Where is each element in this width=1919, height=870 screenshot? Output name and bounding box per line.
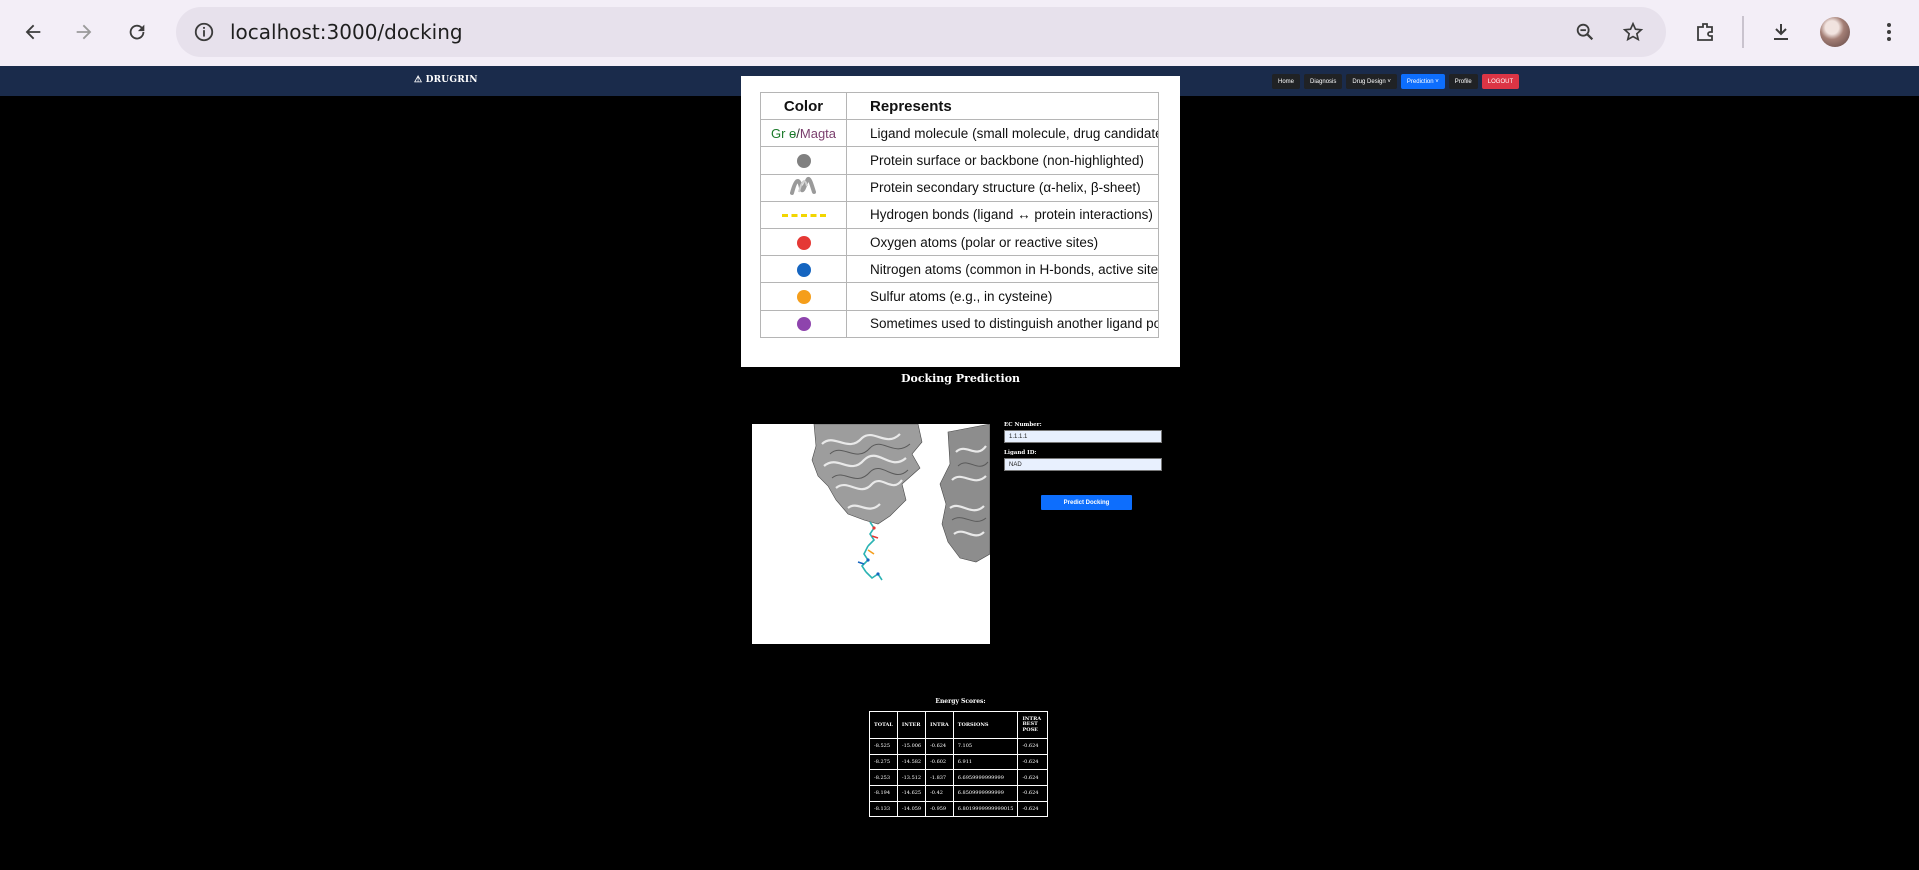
ec-number-label: EC Number: [1004, 422, 1042, 428]
cell-intra-best-pose: -0.624 [1017, 785, 1049, 802]
docking-form: EC Number: 1.1.1.1 Ligand ID: NAD Predic… [1004, 422, 1164, 510]
color-legend-panel: Color Represents Gr ɵ/Magta Ligand molec… [741, 76, 1180, 367]
cell-intra-best-pose: -0.624 [1017, 738, 1049, 755]
more-menu-icon[interactable] [1872, 15, 1906, 49]
ec-number-input[interactable]: 1.1.1.1 [1004, 430, 1162, 443]
download-icon[interactable] [1764, 15, 1798, 49]
gray-dot-icon [796, 154, 811, 169]
legend-row: Oxygen atoms (polar or reactive sites) [760, 227, 1159, 257]
nav-drug-design-dropdown[interactable]: Drug Design ˅ [1346, 74, 1397, 89]
color-legend-table: Color Represents Gr ɵ/Magta Ligand molec… [760, 91, 1159, 338]
cell-intra: -0.42 [925, 785, 954, 802]
table-row: -8.275 -14.582 -0.602 6.911 -0.624 [869, 753, 1049, 771]
cell-intra-best-pose: -0.624 [1017, 800, 1049, 818]
toolbar-divider [1742, 16, 1744, 48]
cell-total: -8.275 [869, 753, 898, 771]
cell-total: -8.194 [869, 785, 898, 802]
col-total: TOTAL [869, 711, 898, 739]
ribbon-helix-icon [789, 177, 816, 196]
energy-scores-table: TOTAL INTER INTRA TORSIONS INTRA BEST PO… [869, 711, 1049, 818]
molecule-3d-viewer[interactable] [752, 424, 990, 644]
legend-row: Protein surface or backbone (non-highlig… [760, 146, 1159, 175]
legend-text: Hydrogen bonds (ligand ↔ protein interac… [846, 200, 1159, 229]
cell-total: -8.525 [869, 738, 898, 755]
zoom-icon[interactable] [1570, 17, 1600, 47]
url-text[interactable]: localhost:3000/docking [230, 20, 463, 44]
legend-text: Nitrogen atoms (common in H-bonds, activ… [846, 255, 1159, 284]
cell-torsions: 6.8509999999999 [952, 785, 1019, 802]
col-intra-best-pose: INTRA BEST POSE [1017, 711, 1049, 739]
logout-button[interactable]: LOGOUT [1481, 74, 1520, 89]
ligand-color-key: Gr ɵ/Magta [760, 119, 847, 148]
legend-text: Sulfur atoms (e.g., in cysteine) [846, 282, 1159, 311]
cell-torsions: 7.105 [952, 738, 1019, 755]
red-dot-icon [796, 235, 811, 250]
legend-text: Oxygen atoms (polar or reactive sites) [846, 227, 1159, 257]
reload-icon[interactable] [117, 12, 157, 52]
site-info-icon[interactable] [188, 16, 220, 48]
bookmark-star-icon[interactable] [1618, 17, 1648, 47]
blue-dot-icon [796, 262, 811, 277]
nav-profile-button[interactable]: Profile [1448, 74, 1478, 89]
cell-intra-best-pose: -0.624 [1017, 753, 1049, 771]
back-icon[interactable] [13, 12, 53, 52]
nav-prediction-dropdown[interactable]: Prediction ˅ [1400, 74, 1445, 89]
table-header-row: TOTAL INTER INTRA TORSIONS INTRA BEST PO… [869, 711, 1049, 739]
browser-toolbar: localhost:3000/docking [0, 0, 1919, 66]
energy-scores-heading: Energy Scores: [935, 698, 986, 705]
cell-torsions: 6.6959999999999 [952, 769, 1019, 787]
predict-docking-button[interactable]: Predict Docking [1041, 495, 1132, 510]
cell-intra: -1.837 [925, 769, 954, 787]
cell-inter: -14.059 [896, 800, 927, 818]
cell-total: -8.253 [869, 769, 898, 787]
legend-text: Ligand molecule (small molecule, drug ca… [846, 119, 1159, 148]
col-torsions: TORSIONS [952, 711, 1019, 739]
extensions-icon[interactable] [1688, 15, 1722, 49]
table-row: -8.194 -14.625 -0.42 6.8509999999999 -0.… [869, 785, 1049, 802]
table-row: -8.253 -13.512 -1.837 6.6959999999999 -0… [869, 769, 1049, 787]
legend-text: Sometimes used to distinguish another li… [846, 309, 1159, 338]
legend-row: Sulfur atoms (e.g., in cysteine) [760, 282, 1159, 311]
profile-avatar[interactable] [1820, 17, 1850, 47]
legend-row: Sometimes used to distinguish another li… [760, 309, 1159, 338]
dashed-line-icon [781, 214, 826, 218]
cell-torsions: 6.8019999999999015 [952, 800, 1019, 818]
docking-prediction-heading: Docking Prediction [900, 372, 1021, 385]
cell-intra-best-pose: -0.624 [1017, 769, 1049, 787]
col-intra: INTRA [925, 711, 954, 739]
nav-home-button[interactable]: Home [1272, 74, 1301, 89]
col-inter: INTER [896, 711, 927, 739]
cell-inter: -14.625 [896, 785, 927, 802]
legend-row: Nitrogen atoms (common in H-bonds, activ… [760, 255, 1159, 284]
nav-diagnosis-button[interactable]: Diagnosis [1304, 74, 1343, 89]
legend-text: Protein surface or backbone (non-highlig… [846, 146, 1159, 175]
legend-row: Hydrogen bonds (ligand ↔ protein interac… [760, 200, 1159, 229]
brand-logo[interactable]: ⚠ DRUGRIN [414, 75, 478, 85]
cell-intra: -0.602 [925, 753, 954, 771]
nav-buttons: Home Diagnosis Drug Design ˅ Prediction … [1272, 74, 1520, 89]
cell-inter: -13.512 [896, 769, 927, 787]
legend-header-represents: Represents [846, 91, 1159, 121]
cell-intra: -0.959 [925, 800, 954, 818]
forward-icon[interactable] [64, 12, 104, 52]
table-row: -8.525 -15.006 -0.624 7.105 -0.624 [869, 738, 1049, 755]
legend-text: Protein secondary structure (α-helix, β-… [846, 173, 1159, 202]
ligand-id-label: Ligand ID: [1004, 450, 1037, 456]
cell-total: -8.133 [869, 800, 898, 818]
cell-inter: -15.006 [896, 738, 927, 755]
legend-header-color: Color [760, 91, 847, 121]
cell-inter: -14.582 [896, 753, 927, 771]
cell-torsions: 6.911 [952, 753, 1019, 771]
orange-dot-icon [796, 290, 811, 305]
purple-dot-icon [796, 317, 811, 332]
table-row: -8.133 -14.059 -0.959 6.8019999999999015… [869, 800, 1049, 818]
address-bar[interactable]: localhost:3000/docking [176, 7, 1666, 57]
cell-intra: -0.624 [925, 738, 954, 755]
legend-row: Protein secondary structure (α-helix, β-… [760, 173, 1159, 202]
legend-row: Gr ɵ/Magta Ligand molecule (small molecu… [760, 119, 1159, 148]
ligand-id-input[interactable]: NAD [1004, 458, 1162, 471]
